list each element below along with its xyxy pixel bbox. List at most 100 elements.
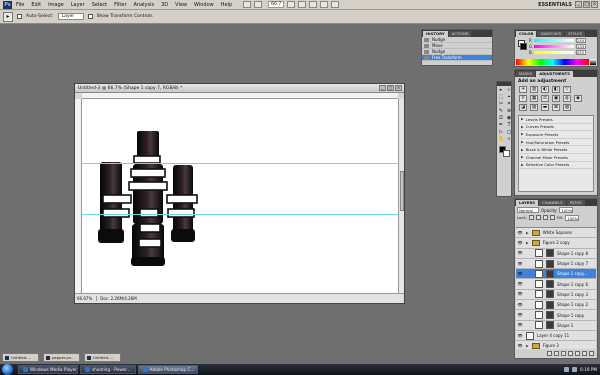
invert-icon[interactable]: ◪ <box>519 104 527 111</box>
opacity-input[interactable]: 100% <box>559 207 574 213</box>
channel-mixer-icon[interactable]: ◉ <box>574 95 582 102</box>
visibility-eye-icon[interactable]: 👁 <box>517 333 523 339</box>
tab-masks[interactable]: MASKS <box>516 70 536 77</box>
tab-swatches[interactable]: SWATCHES <box>537 30 565 37</box>
screen-mode-icon[interactable] <box>331 1 340 8</box>
background-color-swatch[interactable] <box>520 43 527 50</box>
slice-tool-icon[interactable]: ⌗ <box>506 101 512 107</box>
background-color[interactable] <box>503 150 510 157</box>
fill-input[interactable]: 100% <box>565 214 580 221</box>
lasso-tool-icon[interactable]: ⌖ <box>506 94 512 100</box>
channel-value[interactable]: 255 <box>575 49 586 55</box>
brush-tool-icon[interactable]: ✎ <box>498 108 504 114</box>
menu-edit[interactable]: Edit <box>31 2 41 8</box>
expand-triangle-icon[interactable]: ▶ <box>526 241 529 245</box>
layer-row[interactable]: 👁 ▶ Figure 3 <box>516 341 596 349</box>
taskbar-button-powerpoint[interactable]: shooting - Power... <box>80 365 136 374</box>
layer-name[interactable]: Shape 1 copy... <box>557 271 587 276</box>
menu-view[interactable]: View <box>175 2 187 8</box>
layer-row[interactable]: 👁 Layer 4 copy 11 <box>516 331 596 342</box>
start-button[interactable] <box>2 364 13 375</box>
channel-value[interactable]: 255 <box>576 43 587 49</box>
taskbar-button-photoshop[interactable]: Adobe Photoshop C... <box>137 365 198 374</box>
minimized-document[interactable]: Untitled-... <box>84 353 121 362</box>
preset-item[interactable]: ▶ Black & White Presets <box>519 146 593 154</box>
guide-line[interactable] <box>82 214 398 215</box>
tab-channels[interactable]: CHANNELS <box>539 199 566 206</box>
doc-maximize-button[interactable]: □ <box>387 85 394 91</box>
taskbar-button-media-player[interactable]: Windows Media Player <box>18 365 78 374</box>
gradient-map-icon[interactable]: ⊠ <box>552 104 560 111</box>
layer-row[interactable]: 👁 ▶ White Squares <box>516 228 596 239</box>
document-size[interactable]: Doc: 2.26M/4.26M <box>96 296 137 301</box>
layer-row[interactable]: 👁 Shape 1 copy <box>516 310 596 321</box>
color-spectrum-ramp[interactable] <box>516 59 589 65</box>
channel-value[interactable]: 255 <box>575 37 586 43</box>
lock-all-icon[interactable] <box>549 215 555 220</box>
curves-icon[interactable]: ◐ <box>541 86 549 93</box>
hue-saturation-icon[interactable]: ▦ <box>530 95 538 102</box>
layer-name[interactable]: Shape 1 copy 6 <box>557 282 588 287</box>
shape-tool-icon[interactable]: ◻ <box>506 129 512 135</box>
zoom-level-select[interactable]: 66.7 <box>268 1 285 8</box>
history-item-selected[interactable]: Free Transform <box>422 55 492 61</box>
path-selection-tool-icon[interactable]: ⊹ <box>506 87 512 93</box>
layer-name[interactable]: Shape 1 copy 3 <box>557 292 588 297</box>
menu-file[interactable]: File <box>16 2 24 8</box>
photo-filter-icon[interactable]: ◍ <box>563 95 571 102</box>
tab-paths[interactable]: PATHS <box>566 199 585 206</box>
channel-slider[interactable] <box>534 44 575 48</box>
selective-color-icon[interactable]: ▧ <box>563 104 571 111</box>
layer-name[interactable]: Figure 2 copy <box>543 240 570 245</box>
minimize-button[interactable]: _ <box>575 1 582 8</box>
expand-triangle-icon[interactable]: ▶ <box>526 344 529 348</box>
layer-row[interactable]: 👁 Shape 1 copy 8 <box>516 249 596 259</box>
zoom-tool-icon[interactable]: ⌕ <box>506 136 512 142</box>
lock-position-icon[interactable] <box>542 215 548 220</box>
channel-slider[interactable] <box>533 38 574 42</box>
levels-icon[interactable]: ▥ <box>530 86 538 93</box>
preset-item[interactable]: ▶ Hue/Saturation Presets <box>519 139 593 147</box>
layer-row[interactable]: 👁 Shape 1 copy 2 <box>516 300 596 311</box>
visibility-eye-icon[interactable]: 👁 <box>517 291 523 297</box>
foreground-background-swatch[interactable] <box>497 146 511 160</box>
doc-close-button[interactable]: × <box>395 85 402 91</box>
doc-minimize-button[interactable]: _ <box>379 85 386 91</box>
expand-triangle-icon[interactable]: ▶ <box>521 163 524 167</box>
expand-triangle-icon[interactable]: ▶ <box>521 117 524 121</box>
auto-select-checkbox[interactable] <box>17 14 22 19</box>
preset-item[interactable]: ▶ Curves Presets <box>519 124 593 132</box>
close-button[interactable]: × <box>591 1 598 8</box>
visibility-eye-icon[interactable]: 👁 <box>517 230 523 236</box>
preset-item[interactable]: ▶ Selective Color Presets <box>519 162 593 170</box>
expand-triangle-icon[interactable]: ▶ <box>521 132 524 136</box>
brightness-contrast-icon[interactable]: ☀ <box>519 86 527 93</box>
expand-triangle-icon[interactable]: ▶ <box>521 155 524 159</box>
type-tool-icon[interactable]: T <box>506 122 512 128</box>
menu-layer[interactable]: Layer <box>71 2 85 8</box>
document-title-bar[interactable]: Untitled-3 @ 66.7% (Shape 1 copy 7, RGB/… <box>75 84 404 93</box>
color-balance-icon[interactable]: ⚖ <box>541 95 549 102</box>
vibrance-v-icon[interactable]: V <box>519 95 527 102</box>
black-white-ramp[interactable] <box>590 59 596 65</box>
visibility-eye-icon[interactable]: 👁 <box>517 312 523 318</box>
vertical-scrollbar[interactable] <box>398 99 404 293</box>
visibility-eye-icon[interactable]: 👁 <box>517 271 523 277</box>
move-tool-icon[interactable]: ▸ <box>3 11 13 22</box>
transform-controls-checkbox[interactable] <box>87 14 93 19</box>
network-icon[interactable] <box>564 367 570 372</box>
menu-3d[interactable]: 3D <box>161 2 168 8</box>
hand-tool-icon[interactable] <box>287 1 296 8</box>
blend-mode-select[interactable]: Normal <box>517 207 539 213</box>
expand-triangle-icon[interactable]: ▶ <box>526 231 529 235</box>
pen-tool-icon[interactable]: ✒ <box>498 122 504 128</box>
auto-select-target-select[interactable]: Layer <box>57 13 84 20</box>
canvas[interactable] <box>82 99 398 293</box>
hand-tool-icon[interactable]: ✋ <box>498 136 504 142</box>
expand-triangle-icon[interactable]: ▶ <box>521 125 524 129</box>
layer-row-selected[interactable]: 👁 Shape 1 copy... <box>516 269 596 280</box>
menu-select[interactable]: Select <box>92 2 107 8</box>
minimized-document[interactable]: Untitled-... <box>2 353 39 362</box>
exposure-icon[interactable]: ◧ <box>552 86 560 93</box>
menu-analysis[interactable]: Analysis <box>134 2 155 8</box>
